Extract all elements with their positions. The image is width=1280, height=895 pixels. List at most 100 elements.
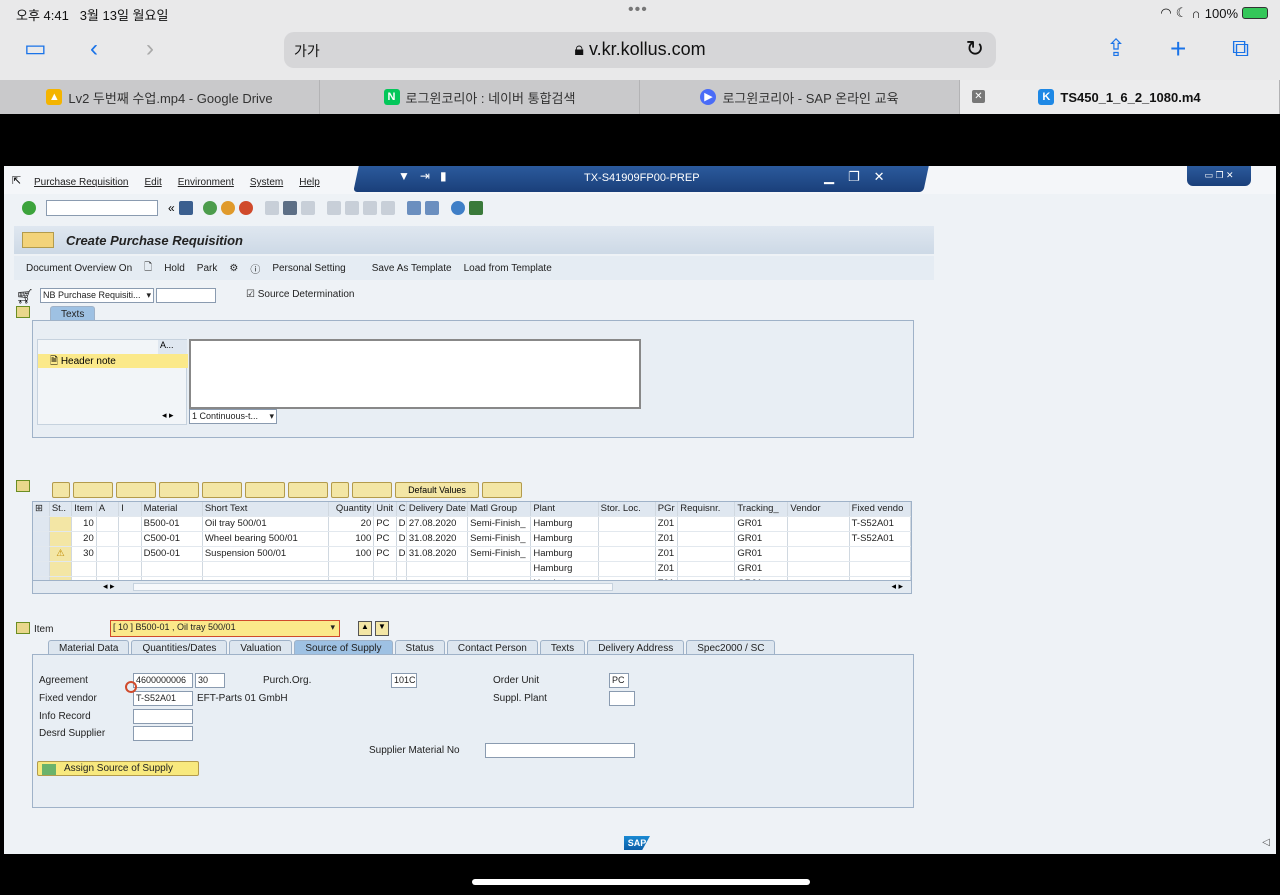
pin-icon[interactable]: ⇥ <box>420 169 430 183</box>
sort-icon[interactable] <box>116 482 156 498</box>
table-cell[interactable] <box>677 531 736 547</box>
table-cell[interactable]: 31.08.2020 <box>406 546 469 562</box>
table-cell[interactable] <box>598 546 656 562</box>
table-cell[interactable] <box>396 561 407 577</box>
desrd-supplier-field[interactable] <box>133 726 193 741</box>
col-unit[interactable]: Unit <box>373 502 397 517</box>
table-cell[interactable] <box>49 531 73 547</box>
new-session-icon[interactable] <box>406 201 421 215</box>
select-all-cell[interactable]: ⊞ <box>33 502 50 517</box>
table-cell[interactable]: ⚠ <box>49 546 73 562</box>
export-icon[interactable] <box>352 482 392 498</box>
print-preview-icon[interactable] <box>245 482 285 498</box>
table-cell[interactable] <box>467 561 532 577</box>
table-cell[interactable] <box>677 516 736 532</box>
col-requisnr[interactable]: Requisnr. <box>677 502 736 517</box>
tabs-overview-icon[interactable]: ⧉ <box>1232 36 1249 62</box>
collapse-items-icon[interactable] <box>16 480 30 492</box>
prev-item-icon[interactable]: ▲ <box>358 621 372 636</box>
table-cell[interactable]: GR01 <box>734 531 789 547</box>
menu-environment[interactable]: Environment <box>178 177 234 188</box>
table-cell[interactable] <box>849 561 912 577</box>
table-row[interactable]: 10 B500-01 Oil tray 500/01 20 PC D 27.08.2020 S… <box>33 516 912 532</box>
col-plant[interactable]: Plant <box>530 502 599 517</box>
table-cell[interactable]: Z01 <box>655 561 679 577</box>
table-cell[interactable] <box>118 546 142 562</box>
sum-icon[interactable] <box>202 482 242 498</box>
table-cell[interactable]: Z01 <box>655 546 679 562</box>
next-item-icon[interactable]: ▼ <box>375 621 389 636</box>
prev-page-icon[interactable] <box>344 201 359 215</box>
table-cell[interactable]: Semi-Finish_ <box>467 546 532 562</box>
hold-button[interactable]: Hold <box>164 263 185 274</box>
col-status[interactable]: St.. <box>49 502 73 517</box>
table-cell[interactable] <box>787 546 850 562</box>
close-tab-icon[interactable]: ✕ <box>972 90 985 103</box>
table-cell[interactable] <box>598 516 656 532</box>
table-cell[interactable]: D <box>396 531 407 547</box>
menu-exit-icon[interactable]: ⇱ <box>12 174 21 187</box>
table-cell[interactable] <box>49 561 73 577</box>
home-indicator[interactable] <box>472 879 810 885</box>
table-cell[interactable]: 31.08.2020 <box>406 531 469 547</box>
exit-icon[interactable] <box>220 201 235 215</box>
table-row[interactable]: 20 C500-01 Wheel bearing 500/01 100 PC D 31.08… <box>33 531 912 547</box>
suppl-plant-field[interactable] <box>609 691 635 706</box>
agreement-item-field[interactable]: 30 <box>195 673 225 688</box>
last-page-icon[interactable] <box>380 201 395 215</box>
col-pgr[interactable]: PGr <box>655 502 679 517</box>
table-cell[interactable]: 100 <box>328 546 375 562</box>
tab-sap-education[interactable]: ▶ 로그윈코리아 - SAP 온라인 교육 <box>640 80 960 114</box>
table-cell[interactable]: Hamburg <box>530 546 599 562</box>
row-selector[interactable] <box>33 546 50 562</box>
col-delivery-date[interactable]: Delivery Date <box>406 502 469 517</box>
table-cell[interactable]: B500-01 <box>141 516 203 532</box>
menu-help[interactable]: Help <box>299 177 320 188</box>
table-cell[interactable] <box>787 531 850 547</box>
table-cell[interactable]: 30 <box>71 546 97 562</box>
details-icon[interactable] <box>52 482 70 498</box>
tab-kollus-video[interactable]: ✕ K TS450_1_6_2_1080.m4 <box>960 80 1280 114</box>
dropdown-icon[interactable]: ▼ <box>398 169 410 183</box>
tab-google-drive[interactable]: ▲ Lv2 두번째 수업.mp4 - Google Drive <box>0 80 320 114</box>
col-matl-group[interactable]: Matl Group <box>467 502 532 517</box>
layout-grid-icon[interactable] <box>288 482 328 498</box>
purch-org-field[interactable]: 101C <box>391 673 417 688</box>
back-nav-icon[interactable] <box>202 201 217 215</box>
text-editor[interactable] <box>189 339 641 409</box>
table-cell[interactable] <box>849 546 912 562</box>
agreement-field[interactable]: 4600000006 <box>133 673 193 688</box>
save-icon[interactable] <box>178 201 193 215</box>
item-select[interactable]: [ 10 ] B500-01 , Oil tray 500/01 ▾ <box>110 620 340 637</box>
park-button[interactable]: Park <box>197 263 218 274</box>
menu-purchase-requisition[interactable]: Purchase Requisition <box>34 177 129 188</box>
filter-icon[interactable] <box>159 482 199 498</box>
cart-icon[interactable]: 🛒︎ <box>16 288 34 305</box>
outer-window-controls[interactable]: ▭ ❐ ✕ <box>1187 166 1251 186</box>
table-cell[interactable] <box>96 546 120 562</box>
col-vendor[interactable]: Vendor <box>787 502 850 517</box>
document-overview-button[interactable]: Document Overview On <box>26 263 132 274</box>
table-cell[interactable] <box>96 516 120 532</box>
table-cell[interactable]: 20 <box>71 531 97 547</box>
table-cell[interactable]: Z01 <box>655 531 679 547</box>
table-cell[interactable]: Z01 <box>655 516 679 532</box>
row-selector[interactable] <box>33 561 50 577</box>
help-icon[interactable] <box>450 201 465 215</box>
supplier-material-field[interactable] <box>485 743 635 758</box>
table-cell[interactable]: 100 <box>328 531 375 547</box>
restore-icon[interactable]: ❐ <box>848 169 860 185</box>
grid-scrollbar[interactable]: ◂ ▸ ◂ ▸ <box>32 580 912 594</box>
table-cell[interactable]: D <box>396 546 407 562</box>
assign-source-of-supply-button[interactable]: Assign Source of Supply <box>37 761 199 776</box>
table-cell[interactable]: Semi-Finish_ <box>467 516 532 532</box>
row-selector[interactable] <box>33 516 50 532</box>
table-cell[interactable]: 10 <box>71 516 97 532</box>
table-cell[interactable]: Oil tray 500/01 <box>202 516 330 532</box>
new-document-icon[interactable]: 🗋 <box>144 260 152 277</box>
header-note-item[interactable]: 🗎 Header note <box>38 354 188 368</box>
col-material[interactable]: Material <box>141 502 203 517</box>
save-as-template-button[interactable]: Save As Template <box>372 263 452 274</box>
find-icon[interactable] <box>282 201 297 215</box>
enter-icon[interactable] <box>22 201 36 215</box>
